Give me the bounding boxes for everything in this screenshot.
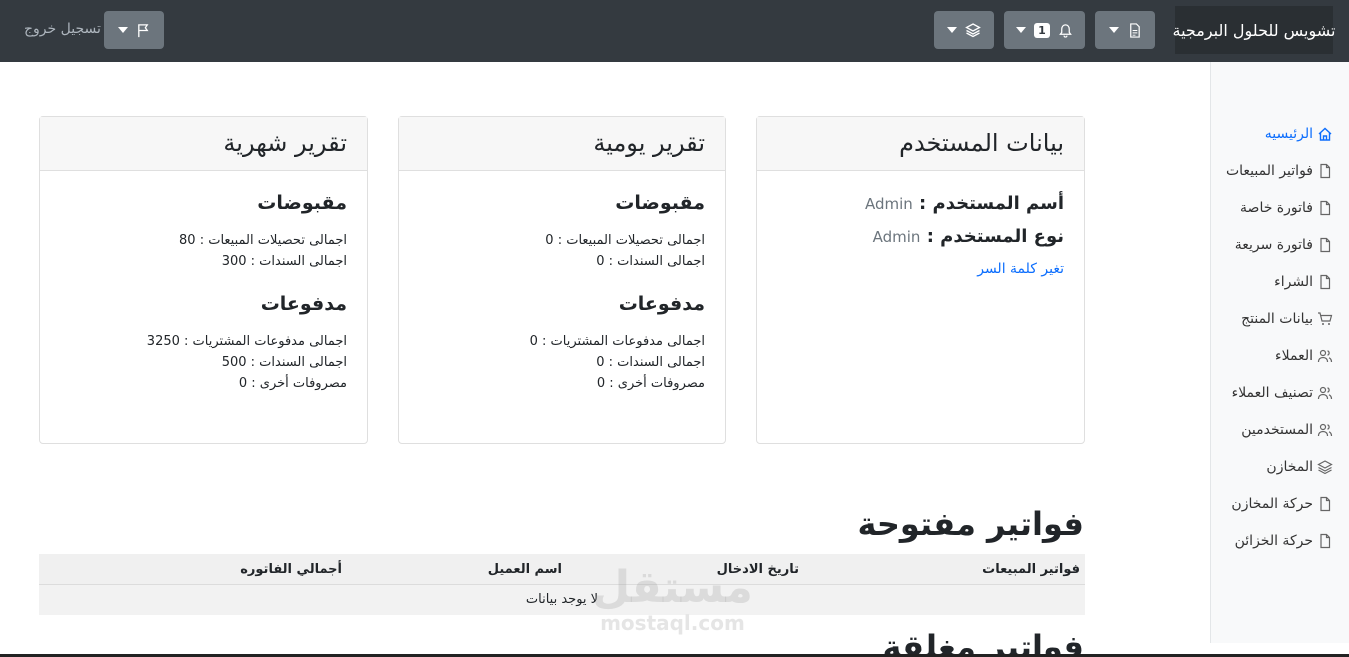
username-label: أسم المستخدم : bbox=[919, 193, 1064, 214]
sidebar-item-label: الرئيسيه bbox=[1264, 126, 1313, 142]
open-invoices-table: فواتير المبيعات تاريخ الادخال اسم العميل… bbox=[39, 554, 1085, 615]
layers-dropdown-button[interactable] bbox=[934, 11, 994, 49]
column-header-customer-name[interactable]: اسم العميل bbox=[488, 562, 562, 577]
table-header-row: فواتير المبيعات تاريخ الادخال اسم العميل… bbox=[39, 554, 1085, 585]
logout-link[interactable]: تسجيل خروج bbox=[24, 21, 101, 37]
sales-collections-total: اجمالى تحصيلات المبيعات : 0 bbox=[545, 233, 705, 248]
username-value: Admin bbox=[864, 195, 913, 213]
sidebar-item-customers[interactable]: العملاء bbox=[1275, 348, 1333, 364]
user-card-title: بيانات المستخدم bbox=[757, 117, 1084, 171]
purchase-payments-total: اجمالى مدفوعات المشتريات : 3250 bbox=[146, 334, 347, 349]
usertype-value: Admin bbox=[872, 228, 921, 246]
notifications-badge: 1 bbox=[1034, 22, 1050, 38]
payments-bonds-total: اجمالى السندات : 0 bbox=[596, 355, 705, 370]
document-icon bbox=[1320, 533, 1331, 549]
username-row: أسم المستخدم : Admin bbox=[757, 193, 1064, 214]
document-icon bbox=[1320, 163, 1331, 179]
flag-dropdown-button[interactable] bbox=[104, 11, 164, 49]
layers-icon bbox=[1317, 460, 1333, 475]
sidebar: الرئيسيه فواتير المبيعات فاتورة خاصة فات… bbox=[1210, 62, 1349, 643]
chevron-down-icon bbox=[117, 27, 128, 33]
notifications-dropdown-button[interactable]: 1 bbox=[1004, 11, 1085, 49]
document-icon bbox=[1320, 274, 1331, 290]
users-icon bbox=[1317, 423, 1333, 437]
sidebar-item-product-data[interactable]: بيانات المنتج bbox=[1241, 311, 1333, 327]
payments-bonds-total: اجمالى السندات : 500 bbox=[221, 355, 347, 370]
usertype-label: نوع المستخدم : bbox=[926, 226, 1064, 247]
sidebar-item-label: فاتورة خاصة bbox=[1240, 200, 1313, 216]
sidebar-item-label: تصنيف العملاء bbox=[1231, 385, 1313, 401]
watermark-logo: مستقل mostaql.com bbox=[592, 562, 753, 636]
sidebar-item-customer-categories[interactable]: تصنيف العملاء bbox=[1232, 385, 1333, 401]
receipts-bonds-total: اجمالى السندات : 300 bbox=[221, 254, 347, 269]
sidebar-item-label: بيانات المنتج bbox=[1241, 311, 1313, 327]
document-icon bbox=[1320, 496, 1331, 512]
sidebar-item-users[interactable]: المستخدمين bbox=[1241, 422, 1333, 438]
sidebar-item-purchase[interactable]: الشراء bbox=[1274, 274, 1333, 290]
document-icon bbox=[1320, 200, 1331, 216]
sidebar-item-label: حركة المخازن bbox=[1231, 496, 1313, 512]
sidebar-item-treasury-movement[interactable]: حركة الخزائن bbox=[1235, 533, 1333, 549]
sidebar-item-quick-invoice[interactable]: فاتورة سريعة bbox=[1235, 237, 1333, 253]
bell-icon bbox=[1058, 23, 1072, 38]
sidebar-item-label: المستخدمين bbox=[1241, 422, 1313, 438]
documents-dropdown-button[interactable] bbox=[1095, 11, 1155, 49]
sidebar-item-label: فاتورة سريعة bbox=[1234, 237, 1313, 253]
sidebar-item-home[interactable]: الرئيسيه bbox=[1265, 126, 1333, 142]
column-header-sales-invoices[interactable]: فواتير المبيعات bbox=[982, 562, 1080, 577]
watermark-arabic: مستقل bbox=[592, 562, 753, 613]
sidebar-item-special-invoice[interactable]: فاتورة خاصة bbox=[1240, 200, 1333, 216]
daily-card-title: تقرير يومية bbox=[399, 117, 725, 171]
sidebar-item-label: فواتير المبيعات bbox=[1225, 163, 1313, 179]
top-navbar: تشويس للحلول البرمجية 1 تسجيل خروج bbox=[0, 0, 1349, 62]
cart-icon bbox=[1318, 312, 1333, 325]
chevron-down-icon bbox=[947, 27, 957, 33]
closed-invoices-title: فواتير مغلقة bbox=[882, 628, 1084, 657]
sales-collections-total: اجمالى تحصيلات المبيعات : 80 bbox=[179, 233, 347, 248]
sidebar-item-sales-invoices[interactable]: فواتير المبيعات bbox=[1226, 163, 1333, 179]
document-icon bbox=[1129, 22, 1140, 38]
receipts-title: مقبوضات bbox=[257, 192, 347, 214]
chevron-down-icon bbox=[1016, 27, 1027, 33]
table-empty-row: لا يوجد بيانات bbox=[39, 585, 1085, 615]
column-header-invoice-total[interactable]: أجمالي الفاتوره bbox=[240, 562, 342, 577]
open-invoices-title: فواتير مفتوحة bbox=[857, 505, 1084, 543]
sidebar-item-label: العملاء bbox=[1275, 348, 1313, 364]
users-icon bbox=[1317, 386, 1333, 400]
monthly-report-card: تقرير شهرية مقبوضات اجمالى تحصيلات المبي… bbox=[39, 116, 368, 444]
sidebar-item-label: حركة الخزائن bbox=[1234, 533, 1313, 549]
sidebar-item-warehouses[interactable]: المخازن bbox=[1266, 459, 1333, 475]
receipts-title: مقبوضات bbox=[615, 192, 705, 214]
flag-icon bbox=[137, 23, 148, 37]
monthly-card-title: تقرير شهرية bbox=[40, 117, 367, 171]
users-icon bbox=[1317, 349, 1333, 363]
purchase-payments-total: اجمالى مدفوعات المشتريات : 0 bbox=[529, 334, 705, 349]
sidebar-item-warehouse-movement[interactable]: حركة المخازن bbox=[1231, 496, 1333, 512]
sidebar-item-label: المخازن bbox=[1266, 459, 1313, 475]
other-expenses-total: مصروفات أخرى : 0 bbox=[596, 376, 705, 391]
usertype-row: نوع المستخدم : Admin bbox=[757, 226, 1064, 247]
home-icon bbox=[1318, 127, 1332, 141]
watermark-english: mostaql.com bbox=[600, 611, 745, 635]
user-data-card: بيانات المستخدم أسم المستخدم : Admin نوع… bbox=[756, 116, 1085, 444]
receipts-bonds-total: اجمالى السندات : 0 bbox=[596, 254, 705, 269]
document-icon bbox=[1320, 237, 1331, 253]
layers-icon bbox=[965, 23, 981, 38]
change-password-link[interactable]: تغير كلمة السر bbox=[757, 261, 1064, 277]
other-expenses-total: مصروفات أخرى : 0 bbox=[238, 376, 347, 391]
brand-name[interactable]: تشويس للحلول البرمجية bbox=[1173, 6, 1336, 54]
payments-title: مدفوعات bbox=[260, 293, 347, 315]
sidebar-item-label: الشراء bbox=[1274, 274, 1313, 290]
payments-title: مدفوعات bbox=[618, 293, 705, 315]
chevron-down-icon bbox=[1108, 27, 1119, 33]
daily-report-card: تقرير يومية مقبوضات اجمالى تحصيلات المبي… bbox=[398, 116, 726, 444]
